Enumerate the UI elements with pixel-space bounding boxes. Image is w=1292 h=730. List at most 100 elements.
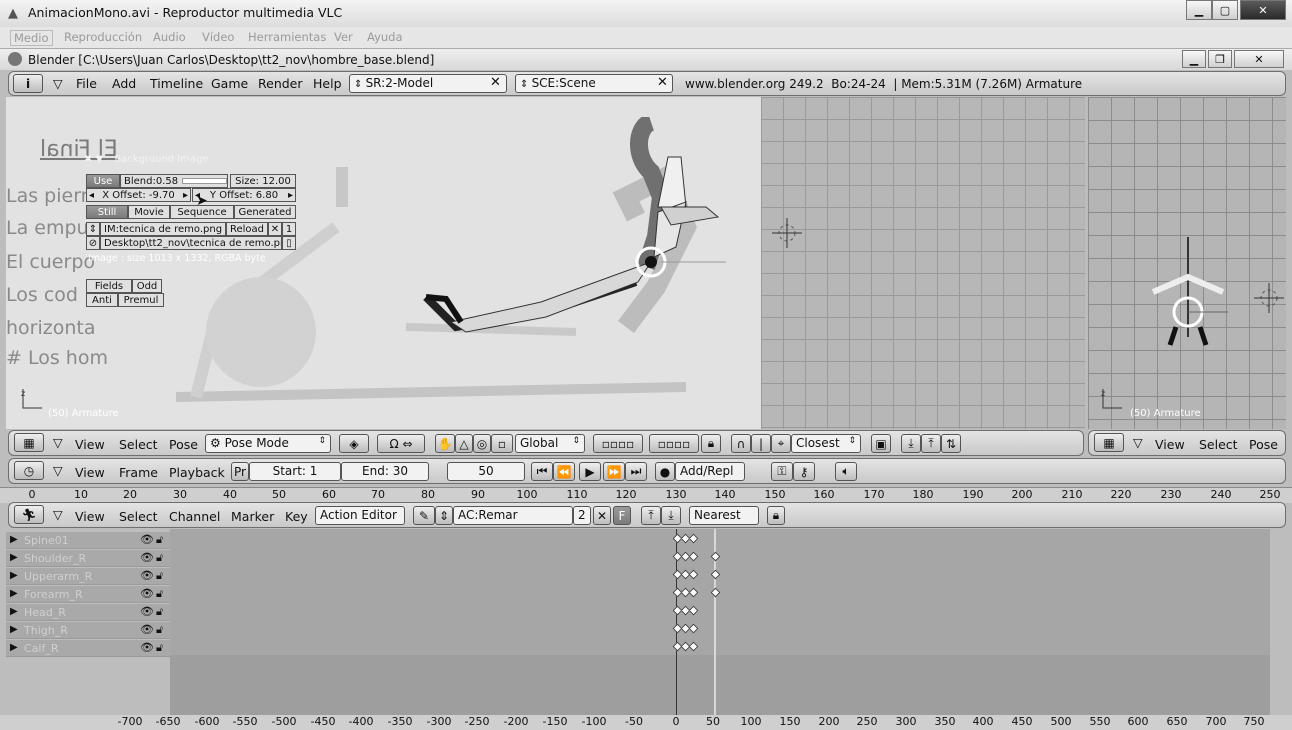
action-collapse-icon[interactable]: ▽ (53, 507, 63, 522)
action-menu-key[interactable]: Key (285, 509, 308, 524)
screen-selector[interactable]: ⇕ SR:2-Model (349, 74, 507, 93)
keying-mode-selector[interactable]: Add/Repl (675, 462, 745, 481)
lock-layers-icon[interactable]: 🔒︎ (701, 434, 721, 453)
editor-mode-selector[interactable]: Action Editor (315, 506, 405, 525)
panel-close-icon[interactable]: ✖ ▼ (84, 154, 103, 165)
timeline-editor-type-button[interactable]: ◷ (14, 461, 44, 480)
channel-lock-icon[interactable]: 🔓︎ (156, 623, 163, 637)
translate-manipulator-button[interactable]: △ (455, 434, 473, 453)
action-menu-channel[interactable]: Channel (169, 509, 220, 524)
draw-type-button[interactable]: ◈ (339, 434, 369, 453)
fake-user-button[interactable]: F (613, 506, 631, 525)
viewport-menu-view[interactable]: View (75, 437, 105, 452)
snap-target-icon[interactable]: ⌖ (771, 434, 791, 453)
next-keyframe-button[interactable]: ⏩ (603, 462, 625, 481)
viewport-right-menu-pose[interactable]: Pose (1249, 437, 1278, 452)
menu-add[interactable]: Add (112, 76, 136, 91)
manipulator-hand-button[interactable]: ✋ (435, 434, 455, 453)
expand-arrow-icon[interactable]: ▶ (10, 642, 18, 653)
tab-generated[interactable]: Generated (234, 205, 296, 219)
channel-lock-icon[interactable]: 🔓︎ (156, 533, 163, 547)
visibility-eye-icon[interactable]: 👁︎ (140, 587, 154, 600)
vlc-menu-ver[interactable]: Ver (334, 30, 353, 44)
close-button[interactable]: ✕ (1240, 0, 1286, 20)
record-button[interactable]: ● (655, 462, 675, 481)
timeline-frame-ruler[interactable]: 0 10 20 30 40 50 60 70 80 90 100 110 120… (0, 487, 1292, 503)
expand-arrow-icon[interactable]: ▶ (10, 552, 18, 563)
expand-arrow-icon[interactable]: ▶ (10, 534, 18, 545)
vlc-menu-reproduccion[interactable]: Reproducción (64, 30, 142, 44)
blend-slider[interactable]: Blend:0.58 (120, 174, 228, 188)
visibility-eye-icon[interactable]: 👁︎ (140, 641, 154, 654)
vlc-menu-herramientas[interactable]: Herramientas (248, 30, 326, 44)
audio-scrub-icon[interactable]: 🔈︎ (835, 462, 857, 481)
image-path-field[interactable]: Desktop\tt2_nov\tecnica de remo.png (100, 236, 282, 250)
pivot-button[interactable]: Ω ⇔ (377, 434, 425, 453)
premul-toggle[interactable]: Premul (118, 293, 164, 307)
3d-cursor-icon[interactable] (772, 218, 802, 248)
file-browse-icon[interactable]: ⊘ (86, 236, 100, 250)
menu-render[interactable]: Render (258, 76, 303, 91)
blender-minimize-button[interactable]: ▁ (1182, 50, 1206, 68)
viewport-menu-select[interactable]: Select (119, 437, 158, 452)
channel-row-5[interactable]: ▶ Head_R 👁︎ 🔓︎ (6, 604, 170, 621)
vlc-menu-ayuda[interactable]: Ayuda (367, 30, 403, 44)
viewport-right-menu-select[interactable]: Select (1199, 437, 1238, 452)
menu-help[interactable]: Help (313, 76, 342, 91)
screen-delete-icon[interactable]: ✕ (490, 75, 501, 90)
vlc-menu-audio[interactable]: Audio (153, 30, 186, 44)
channel-row-2[interactable]: ▶ Shoulder_R 👁︎ 🔓︎ (6, 550, 170, 567)
viewport-right-collapse-icon[interactable]: ▽ (1133, 435, 1143, 450)
channel-lock-icon[interactable]: 🔓︎ (156, 587, 163, 601)
action-list-icon[interactable]: ⇕ (435, 506, 453, 525)
timeline-menu-frame[interactable]: Frame (119, 465, 158, 480)
copy-pose-icon[interactable]: ⤓ (901, 434, 921, 453)
scale-manipulator-button[interactable]: ▫ (491, 434, 513, 453)
keying-set-icon[interactable]: ⚿ (771, 462, 793, 481)
armature-top-view[interactable] (1148, 227, 1228, 357)
copy-keys-icon[interactable]: ⤒ (641, 506, 661, 525)
viewport-3d-left[interactable]: El Final Las pierr La empu El cuerpo Los… (6, 97, 1085, 429)
jump-end-button[interactable]: ⏭ (625, 462, 647, 481)
action-frame-ruler[interactable]: -700 -650 -600 -550 -500 -450 -400 -350 … (0, 715, 1292, 730)
pack-icon[interactable]: ▯ (282, 236, 296, 250)
channel-lock-icon[interactable]: 🔓︎ (156, 641, 163, 655)
action-menu-view[interactable]: View (75, 509, 105, 524)
channel-lock-icon[interactable]: 🔓︎ (156, 569, 163, 583)
visibility-eye-icon[interactable]: 👁︎ (140, 569, 154, 582)
timeline-menu-playback[interactable]: Playback (169, 465, 225, 480)
end-frame-field[interactable]: End: 30 (341, 462, 429, 481)
channel-row-6[interactable]: ▶ Thigh_R 👁︎ 🔓︎ (6, 622, 170, 639)
expand-arrow-icon[interactable]: ▶ (10, 588, 18, 599)
visibility-eye-icon[interactable]: 👁︎ (140, 605, 154, 618)
menu-file[interactable]: File (76, 76, 97, 91)
minimize-button[interactable]: ▁ (1186, 0, 1212, 20)
menu-timeline[interactable]: Timeline (150, 76, 203, 91)
action-editor-type-button[interactable]: 🏃︎ (14, 505, 44, 524)
menu-game[interactable]: Game (211, 76, 248, 91)
blender-restore-button[interactable]: ❐ (1208, 50, 1232, 68)
layer-buttons-2[interactable]: ▫▫▫▫ (649, 434, 699, 453)
maximize-button[interactable]: ▢ (1212, 0, 1238, 20)
use-toggle[interactable]: Use (86, 174, 120, 188)
3d-cursor-right-icon[interactable] (1254, 283, 1284, 313)
action-menu-select[interactable]: Select (119, 509, 158, 524)
editor-type-button[interactable]: i (13, 74, 43, 93)
render-preview-icon[interactable]: ▣ (871, 434, 891, 453)
insert-keyframe-icon[interactable]: ⚷ (793, 462, 815, 481)
current-frame-field[interactable]: 50 (447, 462, 525, 481)
viewport-right-editor-type-button[interactable]: ▦ (1094, 433, 1124, 452)
rotate-manipulator-button[interactable]: ◎ (473, 434, 491, 453)
visibility-eye-icon[interactable]: 👁︎ (140, 623, 154, 636)
vlc-menu-medio[interactable]: Medio (10, 30, 53, 46)
expand-arrow-icon[interactable]: ▶ (10, 570, 18, 581)
fields-toggle[interactable]: Fields (86, 279, 132, 293)
timeline-collapse-icon[interactable]: ▽ (53, 463, 63, 478)
paste-pose-icon[interactable]: ⤒ (921, 434, 941, 453)
channel-row-7[interactable]: ▶ Calf_R 👁︎ 🔓︎ (6, 640, 170, 657)
preview-range-button[interactable]: Pr (231, 462, 249, 481)
channel-row-3[interactable]: ▶ Upperarm_R 👁︎ 🔓︎ (6, 568, 170, 585)
vlc-menu-video[interactable]: Vídeo (202, 30, 234, 44)
viewport-editor-type-button[interactable]: ▦ (14, 433, 44, 452)
tab-still[interactable]: Still (86, 205, 128, 219)
